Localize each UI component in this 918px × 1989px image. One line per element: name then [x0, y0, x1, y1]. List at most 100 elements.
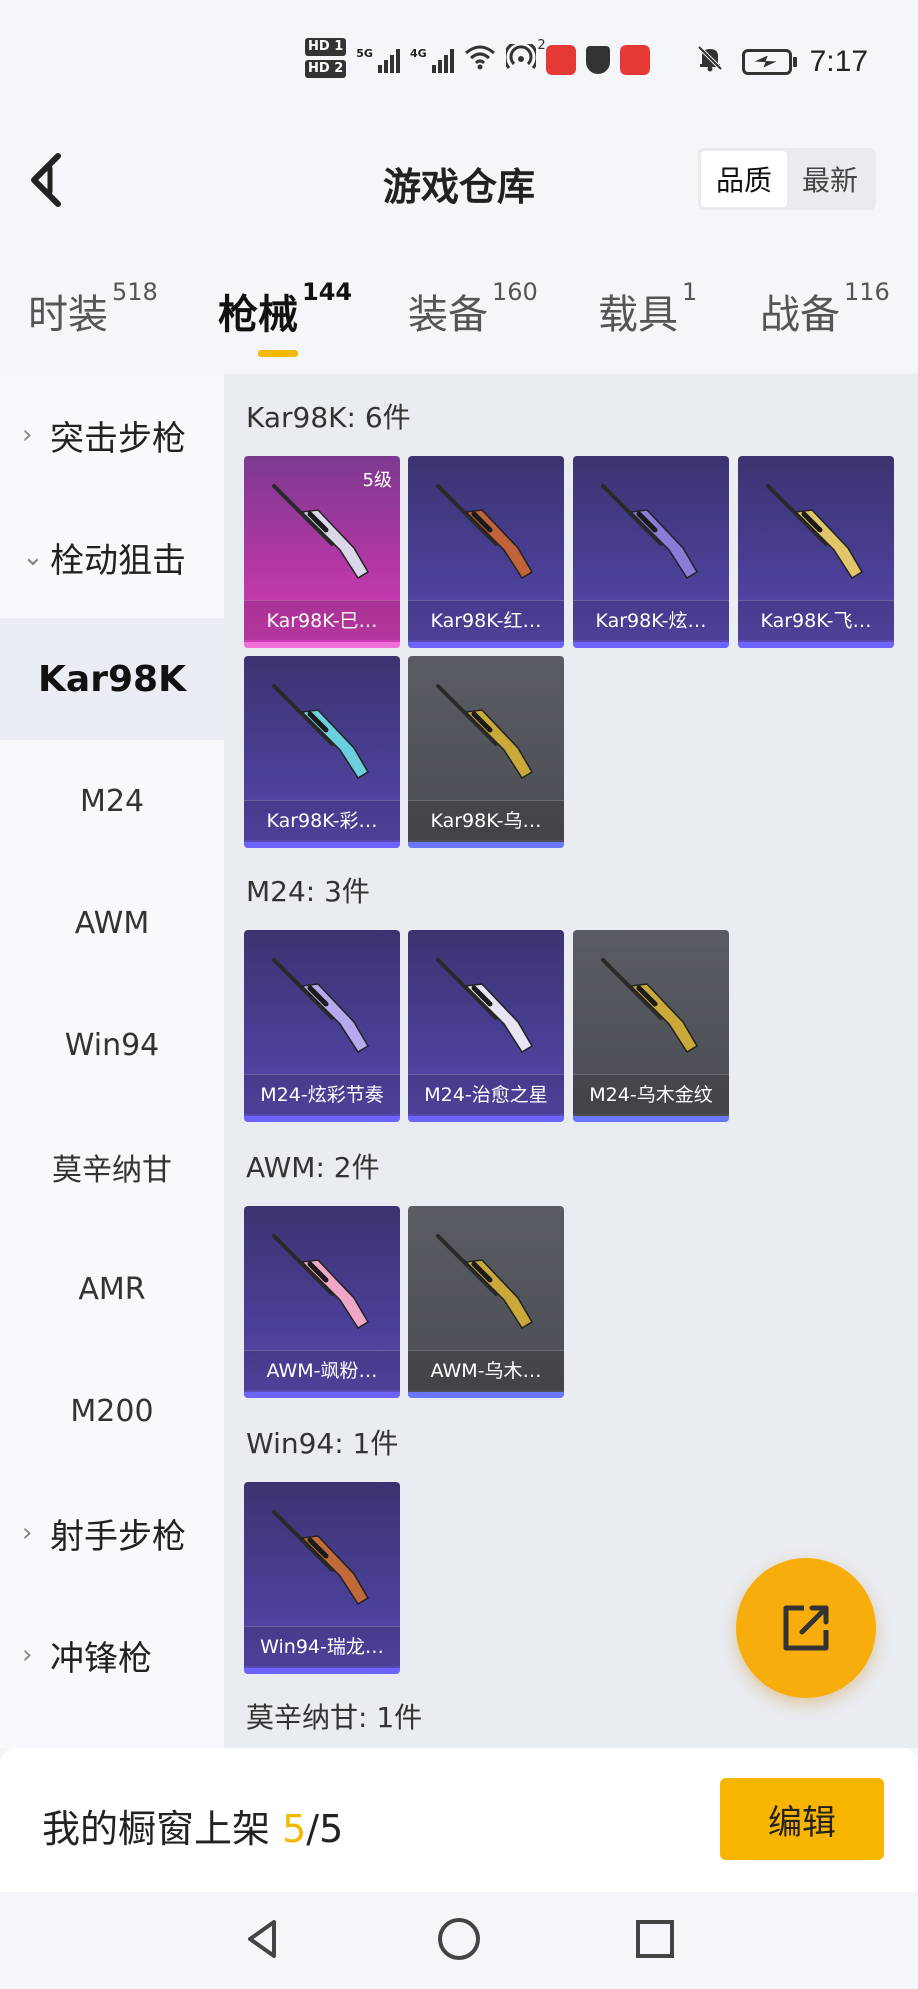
- sidebar-item-win94[interactable]: Win94: [0, 984, 224, 1106]
- tab-equipment[interactable]: 装备 160: [408, 278, 538, 340]
- huawei-app-icon: [545, 45, 576, 75]
- sidebar-item-kar98k[interactable]: Kar98K: [0, 618, 224, 740]
- status-time: 7:17: [809, 44, 868, 78]
- skin-name: AWM-乌木…: [408, 1350, 564, 1390]
- triangle-back-icon: [248, 1920, 276, 1958]
- nav-home-button[interactable]: [434, 1914, 484, 1964]
- chevron-right-icon: ›: [22, 420, 33, 450]
- tab-label: 枪械: [218, 292, 298, 338]
- tab-active-indicator: [258, 350, 298, 357]
- skin-card[interactable]: Kar98K-乌…: [408, 656, 564, 848]
- share-button[interactable]: [736, 1558, 876, 1698]
- sidebar-item-mosin[interactable]: 莫辛纳甘: [0, 1106, 224, 1228]
- sidebar-item-label: 栓动狙击: [50, 540, 186, 581]
- hd2-label: HD 2: [305, 60, 347, 78]
- hotspot-icon: 2: [503, 38, 546, 77]
- rarity-bar: [408, 842, 564, 848]
- signal-4g-icon: 4G: [410, 47, 454, 73]
- sidebar-item-smg[interactable]: › 冲锋枪: [0, 1594, 224, 1716]
- rifle-icon: [436, 1234, 534, 1330]
- hd1-label: HD 1: [305, 38, 347, 56]
- group-title: M24: 3件: [246, 875, 370, 908]
- rarity-bar: [408, 1392, 564, 1398]
- tab-fashion[interactable]: 时装 518: [28, 278, 158, 340]
- rarity-bar: [738, 642, 894, 648]
- tab-label: 载具: [598, 292, 678, 338]
- sidebar-item-m200[interactable]: M200: [0, 1350, 224, 1472]
- tab-tactical[interactable]: 战备 116: [760, 278, 890, 340]
- nav-back-button[interactable]: [238, 1914, 288, 1964]
- sidebar-item-bolt-sniper[interactable]: ⌄ 栓动狙击: [0, 496, 224, 618]
- rarity-bar: [244, 1116, 400, 1122]
- network1-label: 5G: [356, 47, 373, 60]
- weapon-sidebar: › 突击步枪 ⌄ 栓动狙击 Kar98K M24 AWM Win94 莫辛纳甘 …: [0, 374, 224, 1748]
- tab-label: 时装: [28, 292, 108, 338]
- tab-count: 160: [492, 278, 538, 306]
- sort-toggle: 品质 最新: [698, 148, 876, 210]
- skin-card[interactable]: AWM-乌木…: [408, 1206, 564, 1398]
- skin-card[interactable]: Kar98K-飞…: [738, 456, 894, 648]
- tab-count: 144: [302, 278, 353, 306]
- showcase-label: 我的橱窗上架: [42, 1807, 271, 1851]
- chevron-right-icon: ›: [22, 1518, 33, 1548]
- group-title: Win94: 1件: [246, 1427, 399, 1460]
- tab-count: 1: [682, 278, 698, 306]
- group-title: 莫辛纳甘: 1件: [246, 1701, 423, 1734]
- rarity-bar: [573, 1116, 729, 1122]
- skin-card[interactable]: Kar98K-炫…: [573, 456, 729, 648]
- tab-count: 518: [112, 278, 158, 306]
- skin-name: Kar98K-红…: [408, 600, 564, 640]
- wifi-icon: [464, 44, 496, 77]
- sort-newest-button[interactable]: 最新: [787, 151, 873, 207]
- tab-vehicles[interactable]: 载具 1: [598, 278, 697, 340]
- bell-muted-icon: [696, 44, 724, 79]
- chevron-right-icon: ›: [22, 1640, 33, 1670]
- weapon-grid: Kar98K: 6件 5级 Kar98K-巳… Kar98K-红… Kar98K…: [224, 374, 918, 1748]
- skin-card[interactable]: Kar98K-红…: [408, 456, 564, 648]
- group-title: AWM: 2件: [246, 1151, 380, 1184]
- skin-level-badge: 5级: [362, 470, 392, 491]
- battery-charging-icon: [741, 48, 797, 75]
- sidebar-item-dmr[interactable]: › 射手步枪: [0, 1472, 224, 1594]
- skin-card[interactable]: 5级 Kar98K-巳…: [244, 456, 400, 648]
- sidebar-item-m24[interactable]: M24: [0, 740, 224, 862]
- skin-card[interactable]: M24-治愈之星: [408, 930, 564, 1122]
- skin-card[interactable]: AWM-飒粉…: [244, 1206, 400, 1398]
- tab-label: 战备: [760, 292, 840, 338]
- system-nav-bar: [0, 1892, 918, 1989]
- skin-name: Kar98K-炫…: [573, 600, 729, 640]
- rarity-bar: [408, 1116, 564, 1122]
- skin-card[interactable]: Kar98K-彩…: [244, 656, 400, 848]
- group-title: Kar98K: 6件: [246, 401, 411, 434]
- sidebar-item-amr[interactable]: AMR: [0, 1228, 224, 1350]
- rifle-icon: [601, 958, 699, 1054]
- sidebar-item-awm[interactable]: AWM: [0, 862, 224, 984]
- rifle-icon: [272, 1510, 370, 1606]
- skin-name: Kar98K-乌…: [408, 800, 564, 840]
- skin-name: M24-乌木金纹: [573, 1074, 729, 1114]
- skin-name: Kar98K-彩…: [244, 800, 400, 840]
- skin-name: M24-炫彩节奏: [244, 1074, 400, 1114]
- sidebar-item-assault-rifle[interactable]: › 突击步枪: [0, 374, 224, 496]
- skin-card[interactable]: M24-乌木金纹: [573, 930, 729, 1122]
- sort-quality-button[interactable]: 品质: [701, 151, 787, 207]
- rifle-icon: [272, 958, 370, 1054]
- rarity-bar: [244, 642, 400, 648]
- rifle-icon: [766, 484, 864, 580]
- chevron-down-icon: ⌄: [22, 542, 44, 572]
- nav-recents-button[interactable]: [630, 1914, 680, 1964]
- skin-card[interactable]: Win94-瑞龙…: [244, 1482, 400, 1674]
- circle-home-icon: [438, 1918, 480, 1960]
- rarity-bar: [244, 1392, 400, 1398]
- rarity-bar: [408, 642, 564, 648]
- square-recents-icon: [636, 1920, 674, 1958]
- huawei-app-icon-2: [619, 45, 650, 75]
- network2-label: 4G: [409, 47, 427, 60]
- edit-button[interactable]: 编辑: [720, 1778, 884, 1860]
- signal-5g-icon: 5G: [356, 47, 400, 73]
- status-icons-left: HD 1 HD 2 5G 4G 2: [305, 38, 650, 82]
- showcase-bar: 我的橱窗上架 5/5 编辑: [0, 1748, 918, 1892]
- rifle-icon: [272, 684, 370, 780]
- skin-card[interactable]: M24-炫彩节奏: [244, 930, 400, 1122]
- tab-guns[interactable]: 枪械 144: [218, 278, 352, 357]
